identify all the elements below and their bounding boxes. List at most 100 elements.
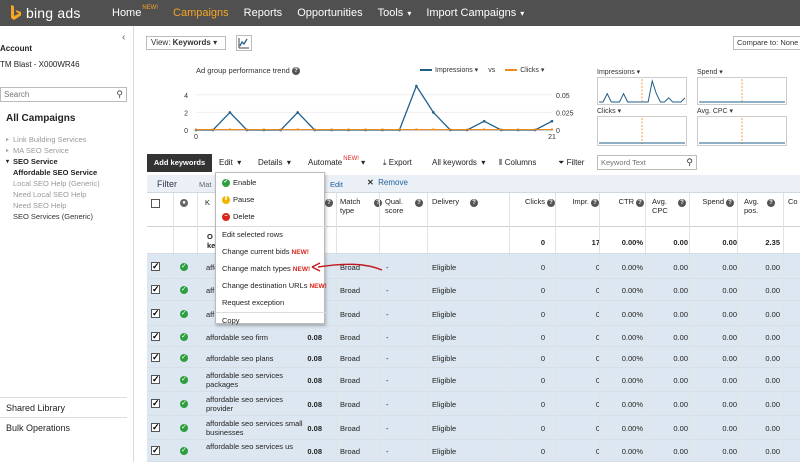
impressions-point[interactable]: [228, 111, 232, 114]
search-icon[interactable]: ⚲: [686, 157, 693, 168]
all-campaigns-link[interactable]: All Campaigns: [6, 113, 75, 124]
col-match-type[interactable]: Match type: [340, 197, 374, 215]
col-qual-score[interactable]: Qual. score: [385, 197, 415, 215]
compare-to-selector[interactable]: Compare to: None: [733, 36, 800, 50]
clicks-point[interactable]: [279, 128, 282, 131]
mini-chart-avg-cpc-label[interactable]: Avg. CPC ▾: [697, 107, 733, 115]
clicks-point[interactable]: [313, 128, 316, 131]
menu-item-request-exception[interactable]: Request exception: [216, 294, 326, 311]
mini-chart-impressions-label[interactable]: Impressions ▾: [597, 68, 640, 76]
clicks-point[interactable]: [211, 128, 214, 131]
nav-import-campaigns[interactable]: Import Campaigns ▾: [426, 7, 524, 19]
impressions-point[interactable]: [432, 111, 435, 114]
details-dropdown-button[interactable]: Details ▾: [258, 154, 291, 172]
help-icon[interactable]: ?: [636, 198, 644, 208]
bing-ads-logo[interactable]: bing ads: [10, 4, 81, 22]
nav-home[interactable]: Home NEW!: [112, 5, 158, 19]
filter-button[interactable]: ⏷ Filter: [558, 154, 584, 172]
col-avg-pos[interactable]: Avg. pos.: [744, 197, 764, 215]
table-row[interactable]: affordable seo services us0.08 Broad - Elig…: [147, 440, 800, 462]
impressions-point[interactable]: [550, 119, 554, 123]
keyword-cell[interactable]: affordable seo plans: [206, 354, 308, 363]
edit-dropdown-button[interactable]: Edit ▾: [219, 154, 241, 172]
expand-triangle-icon[interactable]: ▾: [6, 158, 12, 165]
clicks-point[interactable]: [381, 128, 384, 131]
clicks-point[interactable]: [432, 128, 435, 131]
clicks-point[interactable]: [551, 128, 553, 131]
keyword-cell[interactable]: affordable seo firm: [206, 333, 308, 342]
keyword-cell[interactable]: affordable seo services provider: [206, 395, 308, 413]
help-icon[interactable]: ?: [591, 198, 599, 208]
menu-item-edit-selected-rows[interactable]: Edit selected rows: [216, 226, 326, 243]
help-icon[interactable]: ?: [374, 198, 382, 208]
menu-item-delete[interactable]: – Delete: [216, 208, 326, 225]
col-cut[interactable]: Co: [788, 197, 798, 206]
export-button[interactable]: ⤓ Export: [383, 154, 412, 172]
menu-item-enable[interactable]: ✓ Enable: [216, 174, 326, 191]
mini-chart-clicks[interactable]: [597, 116, 687, 146]
clicks-point[interactable]: [262, 128, 265, 131]
expand-triangle-icon[interactable]: ▸: [6, 147, 12, 154]
col-clicks[interactable]: Clicks: [487, 197, 545, 206]
col-spend[interactable]: Spend: [692, 197, 724, 206]
chart-toggle-button[interactable]: [236, 35, 252, 51]
all-keywords-dropdown[interactable]: All keywords ▾: [432, 154, 485, 172]
bid-cell[interactable]: 0.08: [307, 376, 322, 385]
help-icon[interactable]: ?: [291, 67, 300, 76]
col-avg-cpc[interactable]: Avg. CPC: [652, 197, 676, 215]
status-active-icon[interactable]: [180, 332, 188, 341]
table-row[interactable]: affordable seo services packages0.08 Broa…: [147, 368, 800, 392]
impressions-point[interactable]: [482, 119, 486, 123]
clicks-point[interactable]: [228, 128, 231, 131]
clicks-point[interactable]: [500, 128, 503, 131]
keyword-cell[interactable]: affordable seo services us: [206, 442, 308, 451]
select-all-checkbox[interactable]: [151, 199, 160, 208]
status-active-icon[interactable]: [180, 423, 188, 432]
collapse-sidebar-icon[interactable]: ‹: [122, 32, 125, 43]
clicks-point[interactable]: [415, 128, 418, 131]
status-active-icon[interactable]: [180, 309, 188, 318]
legend-clicks[interactable]: Clicks: [520, 67, 539, 74]
mini-chart-spend-label[interactable]: Spend ▾: [697, 68, 723, 76]
campaign-tree-item[interactable]: Need SEO Help: [6, 200, 100, 211]
edit-filter-link[interactable]: Edit: [330, 180, 343, 189]
col-keyword[interactable]: K: [205, 198, 210, 207]
clicks-point[interactable]: [195, 128, 197, 131]
clicks-point[interactable]: [296, 128, 299, 131]
bid-cell[interactable]: 0.08: [307, 447, 322, 456]
clicks-point[interactable]: [398, 128, 401, 131]
mini-chart-spend[interactable]: [697, 77, 787, 105]
row-checkbox[interactable]: [151, 284, 160, 295]
filter-label[interactable]: Filter: [157, 179, 177, 189]
campaign-tree-item[interactable]: Need Local SEO Help: [6, 189, 100, 200]
col-delivery[interactable]: Delivery: [432, 197, 459, 206]
menu-item-pause[interactable]: ‖ Pause: [216, 191, 326, 208]
automate-dropdown-button[interactable]: AutomateNEW! ▾: [308, 154, 365, 172]
clicks-point[interactable]: [330, 128, 333, 131]
expand-triangle-icon[interactable]: ▸: [6, 136, 12, 143]
clicks-point[interactable]: [245, 128, 248, 131]
status-active-icon[interactable]: [180, 262, 188, 271]
table-row[interactable]: affordable seo services provider0.08 Broa…: [147, 392, 800, 416]
row-checkbox[interactable]: [151, 308, 160, 319]
nav-tools[interactable]: Tools ▾: [378, 7, 412, 19]
status-active-icon[interactable]: [180, 446, 188, 455]
help-icon[interactable]: ?: [547, 198, 555, 208]
bid-cell[interactable]: 0.08: [307, 354, 322, 363]
help-icon[interactable]: ?: [415, 198, 423, 208]
help-icon[interactable]: ?: [767, 198, 775, 208]
impressions-point[interactable]: [415, 84, 418, 88]
col-impressions[interactable]: Impr.: [557, 197, 589, 206]
help-icon[interactable]: ?: [325, 198, 333, 208]
bid-cell[interactable]: 0.08: [307, 424, 322, 433]
help-icon[interactable]: ?: [678, 198, 686, 208]
match-filter-label[interactable]: Mat: [199, 180, 212, 189]
keyword-cell[interactable]: affordable seo services packages: [206, 371, 308, 389]
sidebar-search-input[interactable]: [1, 88, 109, 101]
impressions-point[interactable]: [296, 111, 300, 114]
row-checkbox[interactable]: [151, 331, 160, 342]
row-checkbox[interactable]: [151, 445, 160, 456]
view-selector[interactable]: View: Keywords ▾: [146, 36, 226, 50]
mini-chart-clicks-label[interactable]: Clicks ▾: [597, 107, 621, 115]
table-row[interactable]: affordable seo services small businesses…: [147, 416, 800, 440]
